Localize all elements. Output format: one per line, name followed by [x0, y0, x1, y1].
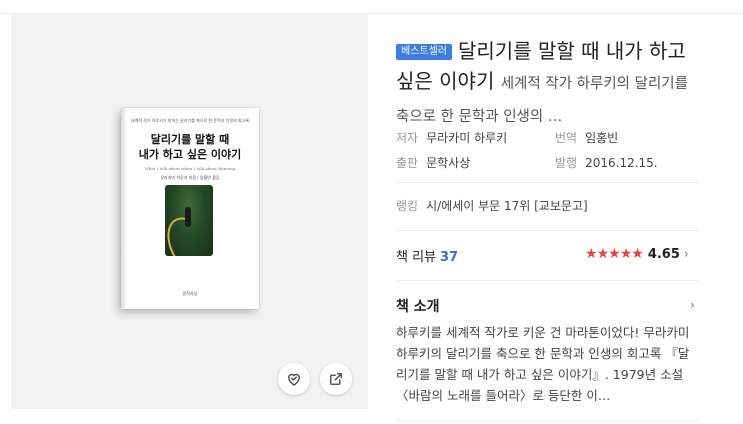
heart-check-icon [288, 373, 300, 386]
date-row: 발행 2016.12.15. [555, 154, 658, 171]
reviews-label: 책 리뷰 [396, 250, 437, 265]
star-icon: ★ [608, 246, 621, 262]
headline: 베스트셀러 달리기를 말할 때 내가 하고 싶은 이야기 세계적 작가 하루키의 … [396, 36, 698, 132]
book-heading: 베스트셀러 달리기를 말할 때 내가 하고 싶은 이야기 세계적 작가 하루키의 … [396, 36, 698, 132]
cover-publisher: 문학사상 [182, 291, 198, 296]
divider [396, 280, 698, 281]
divider [396, 230, 698, 231]
cover-title-line1: 달리기를 말할 때 [150, 133, 230, 146]
rating-link[interactable]: ★ ★ ★ ★ ★ 4.65 › [585, 246, 689, 262]
translator-value[interactable]: 임홍빈 [585, 131, 618, 145]
chevron-right-icon: › [683, 247, 689, 261]
rating-score: 4.65 [647, 246, 680, 262]
chevron-right-icon[interactable]: › [690, 298, 695, 312]
translator-label: 번역 [555, 131, 578, 145]
intro-body: 하루키를 세계적 작가로 키운 건 마라톤이었다! 무라카미 하루키의 달리기를… [396, 325, 690, 403]
star-icon: ★ [631, 246, 644, 262]
reviews-link[interactable]: 책 리뷰 37 [396, 246, 458, 265]
date-label: 발행 [555, 156, 578, 170]
cover-title-line2: 내가 하고 싶은 이야기 [138, 148, 242, 161]
star-icon: ★ [596, 246, 610, 262]
intro-title[interactable]: 책 소개 [396, 296, 440, 316]
cover-runner [185, 207, 191, 227]
cover-tagline: 세계적 작가 하루키가 밝히는 달리기를 축으로 한 문학과 인생의 회고록 [130, 118, 250, 123]
cover-title: 달리기를 말할 때 내가 하고 싶은 이야기 [125, 132, 255, 162]
translator-row: 번역 임홍빈 [555, 129, 618, 146]
publisher-value[interactable]: 문학사상 [426, 156, 470, 170]
date-value: 2016.12.15. [585, 156, 658, 170]
star-icon: ★ [619, 246, 633, 262]
star-icon: ★ [585, 246, 598, 262]
rank-label: 랭킹 [396, 199, 419, 213]
rank-row: 랭킹 시/에세이 부문 17위 [교보문고] [396, 197, 588, 214]
bestseller-badge: 베스트셀러 [396, 44, 452, 60]
author-label: 저자 [396, 131, 419, 145]
cover-author: 무라카미 하루키 지음 | 임홍빈 옮김 [160, 175, 220, 180]
publisher-row: 출판 문학사상 [396, 154, 470, 171]
book-cover[interactable]: 세계적 작가 하루키가 밝히는 달리기를 축으로 한 문학과 인생의 회고록 달… [121, 108, 259, 309]
divider [396, 182, 698, 183]
author-value[interactable]: 무라카미 하루키 [426, 131, 507, 145]
rank-value[interactable]: 시/에세이 부문 17위 [교보문고] [426, 199, 588, 213]
cover-panel: 세계적 작가 하루키가 밝히는 달리기를 축으로 한 문학과 인생의 회고록 달… [11, 14, 368, 409]
divider [396, 420, 698, 421]
publisher-label: 출판 [396, 156, 419, 170]
share-icon [330, 373, 342, 385]
cover-photo [165, 185, 213, 256]
review-count: 37 [440, 250, 459, 265]
cover-english-title: What I talk about when I talk about Runn… [144, 166, 236, 171]
wishlist-button[interactable] [278, 363, 310, 395]
author-row: 저자 무라카미 하루키 [396, 129, 507, 146]
share-button[interactable] [320, 363, 352, 395]
